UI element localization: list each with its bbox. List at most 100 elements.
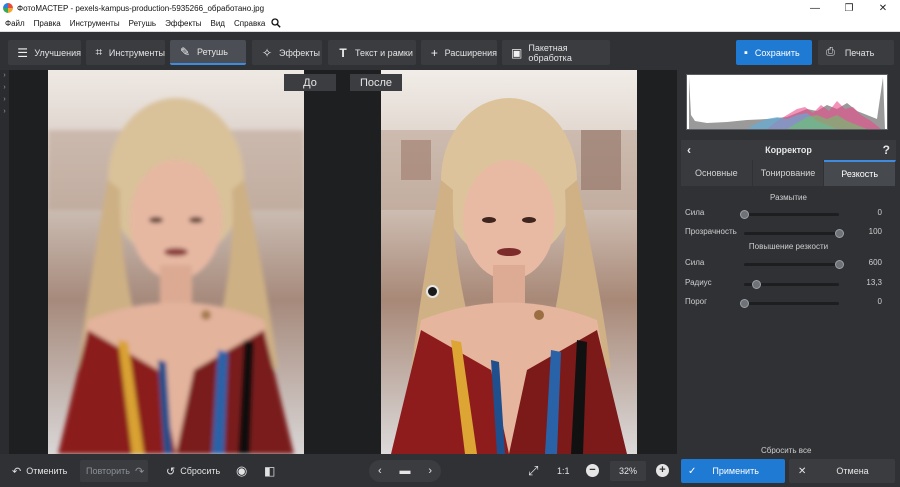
tab-label: Ретушь (197, 46, 228, 57)
help-icon[interactable]: ? (883, 143, 890, 157)
left-collapse-strip[interactable]: › › › › (0, 70, 9, 454)
compare-icon[interactable]: ◧ (264, 460, 275, 482)
tab-tools[interactable]: ⌗ Инструменты (86, 40, 165, 65)
slider-track[interactable] (744, 229, 844, 238)
tab-effects[interactable]: ✧ Эффекты (252, 40, 322, 65)
app-logo-icon (3, 3, 13, 13)
tab-label: Инструменты (108, 47, 165, 58)
tab-label: Текст и рамки (355, 47, 413, 58)
slider-label: Сила (685, 258, 705, 267)
slider-track[interactable] (740, 210, 839, 219)
reset-label: Сбросить (180, 466, 221, 476)
reset-button[interactable]: ↺ Сбросить (166, 460, 220, 482)
menu-effects[interactable]: Эффекты (160, 19, 205, 28)
print-label: Печать (844, 47, 875, 58)
tab-retouch[interactable]: ✎ Ретушь (170, 40, 246, 65)
window-title: ФотоМАСТЕР - pexels-kampus-production-59… (17, 3, 265, 13)
slider-threshold: Порог 0 (685, 296, 890, 310)
slider-track[interactable] (744, 260, 844, 269)
back-arrow-icon[interactable]: ‹ (687, 143, 691, 157)
sharpen-section-title: Повышение резкости (748, 242, 829, 251)
zoom-value[interactable]: 32% (610, 461, 646, 481)
slider-blur-strength: Сила 0 (685, 207, 890, 221)
undo-icon: ↶ (12, 465, 22, 478)
slider-sharpen-strength: Сила 600 (685, 257, 890, 271)
after-label: После (350, 74, 402, 91)
histogram (686, 74, 888, 130)
minimize-icon[interactable]: — (798, 0, 832, 16)
maximize-icon[interactable]: ❐ (832, 0, 866, 16)
slider-handle[interactable] (740, 299, 749, 308)
slider-label: Сила (685, 208, 705, 217)
redo-icon: ↷ (134, 465, 145, 478)
chevron-right-icon: › (3, 96, 6, 103)
tab-basic[interactable]: Основные (681, 160, 753, 186)
brush-icon: ✎ (179, 44, 191, 59)
title-bar: ФотоМАСТЕР - pexels-kampus-production-59… (0, 0, 900, 16)
folder-icon[interactable]: ▬ (399, 465, 410, 477)
menu-edit[interactable]: Правка (29, 19, 65, 28)
apply-label: Применить (712, 466, 759, 476)
search-icon[interactable] (271, 17, 282, 30)
undo-label: Отменить (26, 466, 68, 476)
apply-button[interactable]: ✓ Применить (681, 459, 785, 483)
chevron-right-icon: › (3, 72, 6, 79)
slider-label: Прозрачность (685, 227, 737, 236)
cancel-label: Отмена (836, 466, 869, 476)
slider-handle[interactable] (740, 210, 749, 219)
tab-extensions[interactable]: + Расширения (421, 40, 497, 65)
next-image-icon[interactable]: › (428, 465, 432, 477)
chevron-right-icon: › (3, 84, 6, 91)
redo-button[interactable]: Повторить ↷ (80, 460, 148, 482)
tab-label: Улучшения (34, 47, 81, 58)
prev-image-icon[interactable]: ‹ (378, 465, 382, 477)
slider-value: 13,3 (866, 278, 882, 287)
menu-bar: Файл Правка Инструменты Ретушь Эффекты В… (0, 16, 900, 32)
image-canvas[interactable]: До После (9, 70, 677, 454)
cancel-button[interactable]: ✕ Отмена (789, 459, 895, 483)
close-icon[interactable]: ✕ (866, 0, 900, 16)
brush-cursor-icon (426, 285, 439, 298)
slider-track[interactable] (744, 280, 839, 289)
print-button[interactable]: ⎙ Печать (818, 40, 894, 65)
tab-text-frames[interactable]: T Текст и рамки (328, 40, 416, 65)
plus-icon: + (430, 45, 438, 60)
sparkle-icon: ✧ (261, 45, 273, 60)
tab-label: Расширения (444, 47, 497, 58)
zoom-1-1-button[interactable]: 1:1 (557, 460, 570, 482)
slider-blur-opacity: Прозрачность 100 (685, 226, 890, 240)
menu-view[interactable]: Вид (205, 19, 228, 28)
corrector-tabs: Основные Тонирование Резкость (681, 160, 897, 186)
before-label: До (284, 74, 336, 91)
slider-value: 0 (877, 297, 882, 306)
printer-icon: ⎙ (826, 46, 835, 58)
menu-retouch[interactable]: Ретушь (124, 19, 161, 28)
tab-toning[interactable]: Тонирование (752, 160, 825, 186)
eye-icon[interactable]: ◉ (236, 460, 247, 482)
tab-improvements[interactable]: ☰ Улучшения (8, 40, 81, 65)
slider-track[interactable] (740, 299, 839, 308)
floppy-icon: ▪ (744, 46, 748, 59)
menu-help[interactable]: Справка (229, 19, 269, 28)
zoom-out-icon[interactable]: − (586, 464, 599, 477)
zoom-in-icon[interactable]: + (656, 464, 669, 477)
blur-section-title: Размытие (770, 193, 807, 202)
save-button[interactable]: ▪ Сохранить (736, 40, 812, 65)
window-controls: — ❐ ✕ (798, 0, 900, 16)
tab-sharpness[interactable]: Резкость (824, 160, 897, 186)
slider-label: Радиус (685, 278, 712, 287)
slider-value: 0 (877, 208, 882, 217)
menu-file[interactable]: Файл (0, 19, 29, 28)
main-toolbar: ☰ Улучшения ⌗ Инструменты ✎ Ретушь ✧ Эфф… (0, 32, 900, 70)
fit-screen-icon[interactable]: ⤢ (528, 460, 538, 482)
undo-button[interactable]: ↶ Отменить (12, 460, 67, 482)
slider-handle[interactable] (752, 280, 762, 289)
corrector-header: ‹ Корректор ? (681, 140, 896, 160)
crop-icon: ⌗ (95, 45, 103, 59)
batch-processing-button[interactable]: ▣ Пакетная обработка (502, 40, 610, 65)
menu-tools[interactable]: Инструменты (65, 19, 124, 28)
redo-label: Повторить (86, 466, 130, 476)
slider-value: 600 (868, 258, 882, 267)
image-navigation: ‹ ▬ › (369, 460, 441, 482)
text-icon: T (339, 45, 347, 60)
